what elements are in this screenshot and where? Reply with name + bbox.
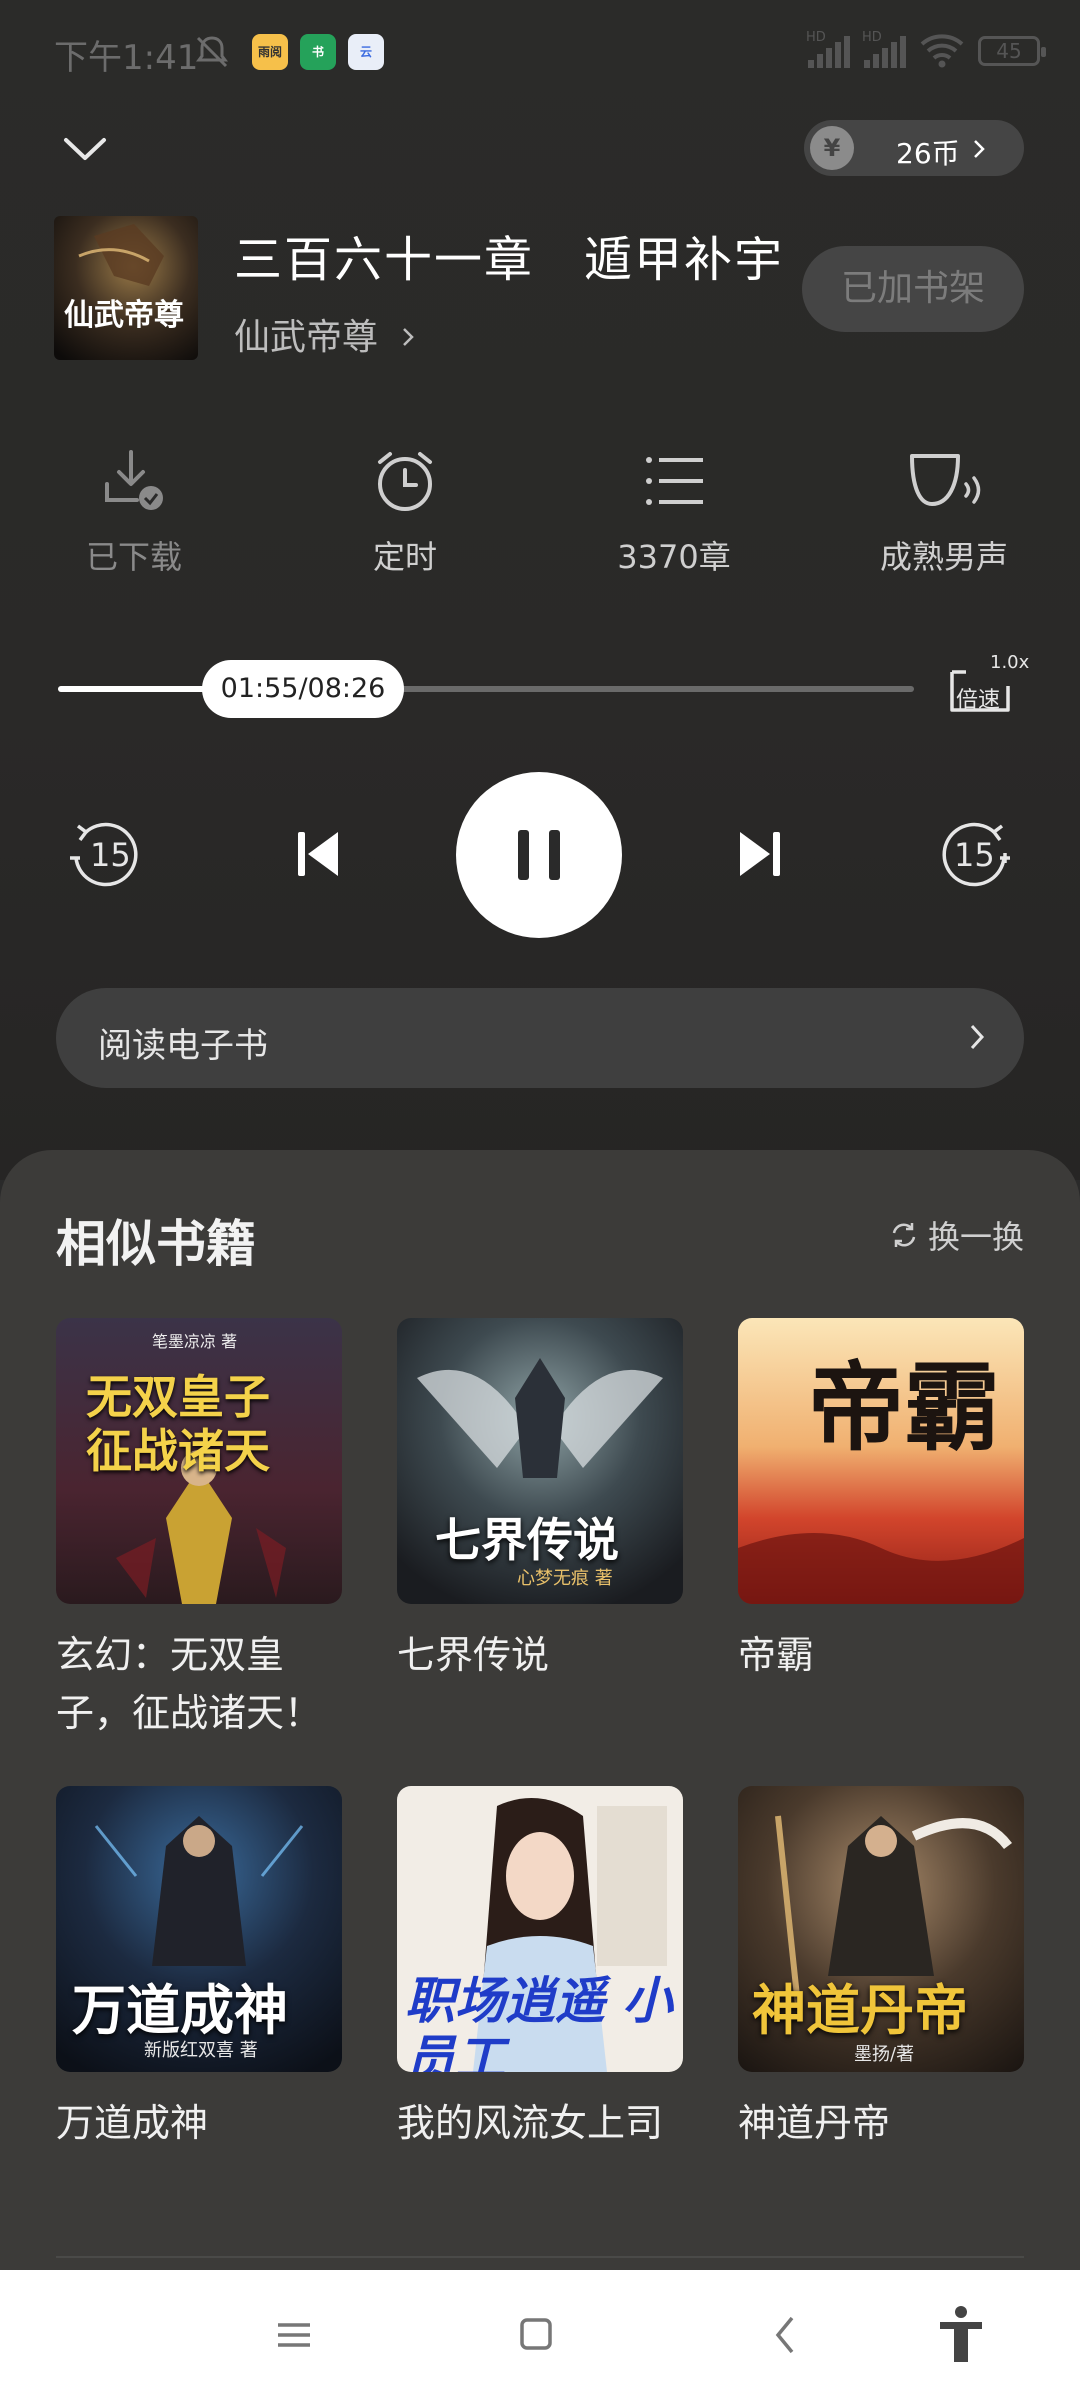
- book-card-title: 帝霸: [738, 1633, 815, 1677]
- book-card-cover: 万道成神 新版红双喜 著: [56, 1786, 342, 2072]
- chapter-title: 三百六十一章 遁甲补宇: [234, 232, 785, 288]
- book-card-cover: 神道丹帝 墨扬/著: [738, 1786, 1024, 2072]
- book-card-cover-title: 职场逍遥 小员工: [405, 1971, 673, 2073]
- coin-icon: ¥: [810, 126, 854, 170]
- similar-books-panel: 相似书籍 换一换 无双皇子 征战诸天 笔墨凉凉 著 玄幻：无双皇子，征战诸天！: [0, 1150, 1080, 2270]
- refresh-icon: [892, 1223, 916, 1247]
- book-card-title: 七界传说: [397, 1633, 550, 1677]
- next-track-icon[interactable]: [736, 826, 784, 882]
- collapse-chevron-icon[interactable]: [60, 128, 110, 168]
- chevron-right-icon: [403, 328, 415, 346]
- divider: [56, 2256, 1024, 2258]
- home-icon[interactable]: [518, 2310, 554, 2360]
- battery-icon: 45: [978, 36, 1046, 66]
- book-card-cover-author: 笔墨凉凉 著: [152, 1332, 238, 1351]
- book-card-cover-title: 无双皇子 征战诸天: [86, 1370, 270, 1478]
- status-indicators: HD HD 45: [806, 30, 1046, 68]
- book-card-cover-title: 帝霸: [808, 1351, 1000, 1464]
- read-ebook-label: 阅读电子书: [98, 1026, 268, 1066]
- book-card-cover: 七界传说 心梦无痕 著: [397, 1318, 683, 1604]
- book-card[interactable]: 职场逍遥 小员工 我的风流女上司: [397, 1786, 683, 2152]
- book-card-cover-title: 七界传说: [435, 1513, 619, 1567]
- book-card-cover-author: 心梦无痕 著: [517, 1568, 613, 1589]
- chapter-count-label: 3370章: [617, 538, 731, 576]
- similar-books-title: 相似书籍: [56, 1215, 256, 1273]
- chevron-right-icon: [974, 140, 985, 158]
- forward-15-button[interactable]: 15: [938, 818, 1012, 892]
- pause-button[interactable]: [456, 772, 622, 938]
- read-ebook-button[interactable]: 阅读电子书: [56, 988, 1024, 1088]
- previous-track-icon[interactable]: [294, 826, 342, 882]
- chevron-right-icon: [970, 1024, 985, 1050]
- download-button[interactable]: 已下载: [34, 448, 234, 578]
- book-card-title: 神道丹帝: [738, 2101, 891, 2145]
- book-card[interactable]: 七界传说 心梦无痕 著 七界传说: [397, 1318, 683, 1684]
- voice-select-button[interactable]: 成熟男声: [844, 448, 1044, 578]
- download-label: 已下载: [85, 538, 182, 576]
- book-card-cover-author: 新版红双喜 著: [144, 2040, 258, 2061]
- progress-bar[interactable]: [58, 686, 914, 692]
- book-card[interactable]: 帝霸 帝霸: [738, 1318, 1024, 1684]
- book-card[interactable]: 万道成神 新版红双喜 著 万道成神: [56, 1786, 342, 2152]
- book-name-link[interactable]: 仙武帝尊: [234, 308, 415, 360]
- list-icon: [646, 457, 703, 505]
- book-card-cover-title: 神道丹帝: [752, 1978, 968, 2042]
- book-card-cover: 帝霸: [738, 1318, 1024, 1604]
- status-time: 下午1:41: [54, 38, 199, 78]
- timer-button[interactable]: 定时: [305, 448, 505, 578]
- coin-balance-button[interactable]: ¥ 26币: [804, 120, 1024, 176]
- rewind-15-button[interactable]: 15: [68, 818, 142, 892]
- book-card-title: 我的风流女上司: [397, 2101, 664, 2145]
- download-done-icon: [105, 450, 163, 510]
- book-card-cover: 无双皇子 征战诸天 笔墨凉凉 著: [56, 1318, 342, 1604]
- book-card-title: 万道成神: [56, 2101, 209, 2145]
- refresh-label: 换一换: [927, 1218, 1024, 1256]
- book-card[interactable]: 无双皇子 征战诸天 笔墨凉凉 著 玄幻：无双皇子，征战诸天！: [56, 1318, 342, 1742]
- voice-icon: [910, 454, 981, 506]
- alarm-clock-icon: [378, 452, 432, 511]
- coin-balance: 26币: [896, 137, 960, 170]
- system-nav-bar: [0, 2270, 1080, 2400]
- added-to-shelf-button[interactable]: 已加书架: [802, 246, 1024, 332]
- book-cover-title: 仙武帝尊: [64, 298, 184, 333]
- book-name: 仙武帝尊: [234, 317, 379, 358]
- timer-label: 定时: [372, 538, 437, 576]
- speed-value: 1.0x: [990, 652, 1030, 673]
- voice-label: 成熟男声: [879, 538, 1008, 576]
- app-icon-book: 书: [300, 34, 336, 70]
- book-card-title: 玄幻：无双皇子，征战诸天！: [56, 1633, 323, 1735]
- book-card[interactable]: 神道丹帝 墨扬/著 神道丹帝: [738, 1786, 1024, 2152]
- app-icon-cloud: 云: [348, 34, 384, 70]
- status-bar: 下午1:41 雨阅 书 云 HD HD 45: [0, 0, 1080, 104]
- book-card-cover-author: 墨扬/著: [854, 2044, 915, 2065]
- app-icon-yuyue: 雨阅: [252, 34, 288, 70]
- wifi-icon: [920, 34, 964, 68]
- refresh-button[interactable]: 换一换: [890, 1212, 1024, 1258]
- speed-label: 倍速: [956, 688, 1001, 713]
- menu-icon[interactable]: [276, 2310, 312, 2360]
- mute-icon: [196, 36, 228, 68]
- forward-label: 15: [954, 836, 995, 874]
- playback-speed-button[interactable]: 1.0x 倍速: [946, 652, 1029, 720]
- signal-icon: HD: [806, 30, 850, 68]
- signal-icon: HD: [862, 30, 906, 68]
- book-card-cover: 职场逍遥 小员工: [397, 1786, 683, 2072]
- book-card-cover-title: 万道成神: [72, 1978, 288, 2042]
- accessibility-icon[interactable]: [936, 2304, 986, 2364]
- book-cover[interactable]: 仙武帝尊: [54, 216, 198, 360]
- progress-thumb[interactable]: 01:55/08:26: [202, 660, 404, 718]
- back-icon[interactable]: [770, 2310, 800, 2360]
- chapter-list-button[interactable]: 3370章: [574, 448, 774, 578]
- rewind-label: 15: [90, 836, 131, 874]
